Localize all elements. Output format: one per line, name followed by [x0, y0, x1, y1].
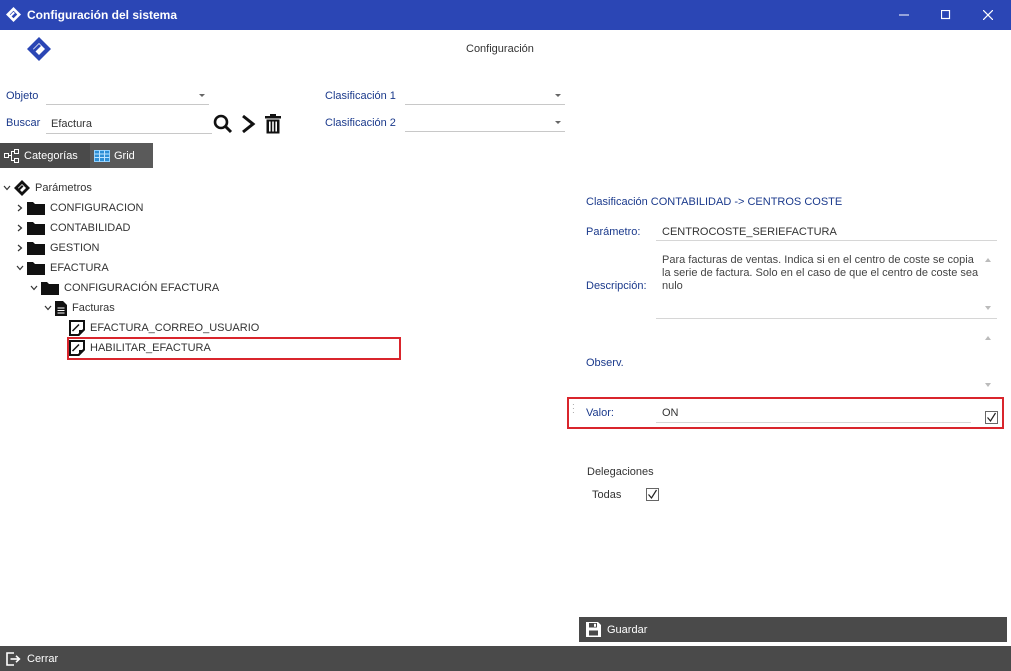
- tab-grid-label: Grid: [114, 149, 135, 162]
- tree-node-efactura[interactable]: EFACTURA: [15, 258, 109, 278]
- maximize-icon: [941, 10, 951, 20]
- minimize-icon: [899, 14, 909, 16]
- tree-node-label: EFACTURA_CORREO_USUARIO: [90, 322, 260, 334]
- scroll-down-icon[interactable]: [985, 383, 991, 387]
- chevron-right-icon: [15, 204, 25, 212]
- magnifier-icon: [213, 114, 233, 134]
- next-button[interactable]: [237, 113, 259, 135]
- search-input[interactable]: [46, 114, 212, 134]
- page-title: Configuración: [466, 43, 534, 55]
- clasificacion1-select[interactable]: [405, 87, 565, 105]
- close-icon: [983, 10, 993, 20]
- folder-icon: [41, 281, 59, 295]
- dropdown-arrow-icon: [555, 121, 561, 124]
- app-logo-icon: [6, 7, 21, 25]
- todas-checkbox[interactable]: [646, 488, 659, 501]
- observ-label: Observ.: [586, 357, 624, 369]
- close-window-label: Cerrar: [27, 652, 59, 665]
- delete-button[interactable]: [262, 113, 284, 135]
- tab-categorias-label: Categorías: [24, 149, 78, 162]
- dropdown-arrow-icon: [555, 94, 561, 97]
- company-logo-icon: [26, 36, 52, 67]
- clasificacion2-label: Clasificación 2: [325, 117, 396, 129]
- tab-grid[interactable]: Grid: [90, 143, 153, 168]
- selected-node-highlight: [67, 337, 401, 360]
- valor-highlight: [567, 397, 1004, 429]
- tree-node-label: EFACTURA: [50, 262, 109, 274]
- descripcion-label: Descripción:: [586, 280, 647, 292]
- tree-node-contabilidad[interactable]: CONTABILIDAD: [15, 218, 130, 238]
- tree-node-label: Facturas: [72, 302, 115, 314]
- parameter-note-icon: [69, 320, 85, 336]
- chevron-right-icon: [15, 244, 25, 252]
- folder-icon: [27, 261, 45, 275]
- close-button[interactable]: [965, 0, 1011, 30]
- tab-categorias[interactable]: Categorías: [0, 143, 90, 168]
- minimize-button[interactable]: [881, 0, 927, 30]
- tree-node-config-efactura[interactable]: CONFIGURACIÓN EFACTURA: [29, 278, 219, 298]
- tree-node-gestion[interactable]: GESTION: [15, 238, 100, 258]
- todas-label: Todas: [592, 489, 622, 501]
- chevron-down-icon: [15, 265, 25, 271]
- folder-icon: [27, 241, 45, 255]
- maximize-button[interactable]: [923, 0, 969, 30]
- dropdown-arrow-icon: [199, 94, 205, 97]
- chevron-down-icon: [43, 305, 53, 311]
- app-logo-icon: [14, 180, 30, 196]
- document-icon: [55, 300, 67, 316]
- save-button-label: Guardar: [607, 623, 648, 636]
- chevron-down-icon: [29, 285, 39, 291]
- observ-textarea[interactable]: [662, 336, 982, 386]
- chevron-down-icon: [2, 185, 12, 191]
- tree-node-label: CONFIGURACION: [50, 202, 144, 214]
- title-bar: Configuración del sistema: [0, 0, 1011, 30]
- tree-node-parametros[interactable]: Parámetros: [2, 178, 92, 198]
- tree-node-label: CONFIGURACIÓN EFACTURA: [64, 282, 220, 294]
- exit-icon: [6, 651, 21, 666]
- tree-node-configuracion[interactable]: CONFIGURACION: [15, 198, 144, 218]
- tree-node-label: Parámetros: [35, 182, 92, 194]
- trash-icon: [265, 114, 281, 134]
- window-title: Configuración del sistema: [27, 8, 178, 22]
- tree-node-facturas[interactable]: Facturas: [43, 298, 115, 318]
- folder-icon: [27, 201, 45, 215]
- parametro-underline: [656, 240, 997, 241]
- delegaciones-label: Delegaciones: [587, 466, 654, 478]
- folder-icon: [27, 221, 45, 235]
- tree-node-label: GESTION: [50, 242, 100, 254]
- tree-node-label: CONTABILIDAD: [50, 222, 131, 234]
- hierarchy-icon: [4, 148, 20, 163]
- buscar-label: Buscar: [6, 117, 41, 129]
- chevron-right-icon: [242, 114, 256, 134]
- view-toolbar: Categorías Grid: [0, 143, 153, 168]
- clasificacion1-label: Clasificación 1: [325, 90, 396, 102]
- search-button[interactable]: [212, 113, 234, 135]
- tree-node-correo-usuario[interactable]: EFACTURA_CORREO_USUARIO: [69, 318, 259, 338]
- scroll-up-icon[interactable]: [985, 336, 991, 340]
- close-window-button[interactable]: Cerrar: [0, 646, 1011, 671]
- grid-icon: [94, 149, 110, 162]
- parametro-value: CENTROCOSTE_SERIEFACTURA: [662, 226, 837, 238]
- descripcion-underline: [656, 318, 997, 319]
- objeto-label: Objeto: [6, 90, 39, 102]
- parametro-label: Parámetro:: [586, 226, 641, 238]
- clasificacion2-select[interactable]: [405, 114, 565, 132]
- chevron-right-icon: [15, 224, 25, 232]
- scroll-down-icon[interactable]: [985, 306, 991, 310]
- objeto-select[interactable]: [46, 87, 209, 105]
- scroll-up-icon[interactable]: [985, 258, 991, 262]
- checkmark-icon: [648, 489, 658, 500]
- classification-path: Clasificación CONTABILIDAD -> CENTROS CO…: [586, 196, 843, 208]
- descripcion-textarea[interactable]: Para facturas de ventas. Indica si en el…: [662, 254, 982, 293]
- save-button[interactable]: Guardar: [579, 617, 1007, 642]
- floppy-disk-icon: [586, 622, 601, 637]
